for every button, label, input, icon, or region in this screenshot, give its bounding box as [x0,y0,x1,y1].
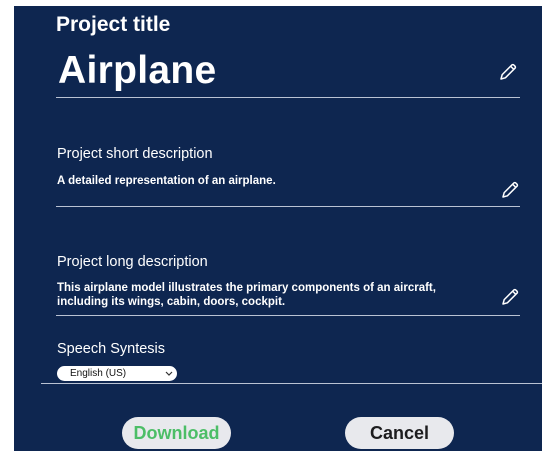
language-select[interactable]: English (US) [57,366,177,381]
long-description-divider [56,315,520,316]
speech-synthesis-divider [41,383,542,384]
chevron-down-icon [165,370,173,377]
short-description-value: A detailed representation of an airplane… [57,175,276,187]
title-divider [56,97,520,98]
short-description-label: Project short description [57,146,213,162]
project-title-value: Airplane [58,49,217,92]
download-button[interactable]: Download [122,417,231,449]
edit-title-pencil-icon[interactable] [498,62,518,82]
edit-short-description-pencil-icon[interactable] [500,180,520,200]
cancel-button[interactable]: Cancel [345,417,454,449]
long-description-line-2: including its wings, cabin, doors, cockp… [57,296,286,308]
project-title-label: Project title [56,13,171,36]
project-settings-panel: Project title Airplane Project short des… [14,6,542,451]
edit-long-description-pencil-icon[interactable] [500,287,520,307]
speech-synthesis-label: Speech Syntesis [57,341,166,357]
long-description-label: Project long description [57,254,208,270]
short-description-divider [56,206,520,207]
long-description-line-1: This airplane model illustrates the prim… [57,282,436,294]
language-select-value: English (US) [70,368,127,379]
